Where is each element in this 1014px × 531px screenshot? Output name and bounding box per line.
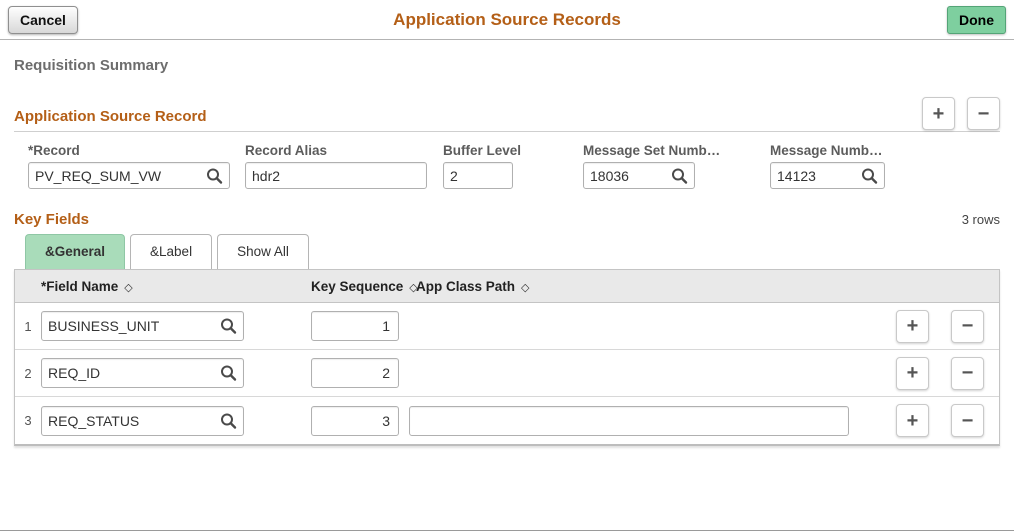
field-name-input-row3[interactable] xyxy=(41,405,244,436)
row-number: 1 xyxy=(24,318,32,334)
buffer-level-input[interactable] xyxy=(443,162,513,189)
column-header-app-class-path[interactable]: App Class Path ◇ xyxy=(409,279,896,294)
buffer-level-field: Buffer Level xyxy=(443,143,522,189)
message-number-label: Message Numb… xyxy=(770,143,883,158)
message-set-number-label: Message Set Numb… xyxy=(583,143,721,158)
field-name-input-row1[interactable] xyxy=(41,311,244,341)
key-sequence-input-row2[interactable] xyxy=(311,358,399,388)
row-count-label: 3 rows xyxy=(961,212,1000,227)
add-row-button-row3[interactable]: + xyxy=(896,404,929,437)
message-set-number-field: Message Set Numb… xyxy=(583,143,721,189)
add-row-button-row1[interactable]: + xyxy=(896,309,929,343)
add-row-button-row2[interactable]: + xyxy=(896,356,929,390)
application-source-record-heading: Application Source Record xyxy=(14,108,207,125)
add-source-record-button[interactable]: + xyxy=(922,97,955,130)
column-header-key-sequence[interactable]: Key Sequence ◇ xyxy=(311,279,418,294)
source-record-fields: *Record Record Alias Buffer Level Messag… xyxy=(28,143,1014,189)
key-fields-tabs: &General &Label Show All xyxy=(25,234,1014,269)
tab-label[interactable]: &Label xyxy=(130,234,213,269)
record-alias-label: Record Alias xyxy=(245,143,328,158)
field-name-lookup-icon-row2[interactable] xyxy=(220,365,237,382)
sort-field-name-icon[interactable]: ◇ xyxy=(124,282,132,294)
key-sequence-input-row3[interactable] xyxy=(311,405,399,436)
remove-row-button-row1[interactable]: − xyxy=(951,309,984,343)
record-lookup-icon[interactable] xyxy=(206,167,223,184)
requisition-summary-label: Requisition Summary xyxy=(14,57,169,74)
key-fields-grid: *Field Name ◇ Key Sequence ◇ App Class Pat… xyxy=(14,269,1000,446)
key-fields-heading: Key Fields xyxy=(14,211,90,228)
grid-header-row: *Field Name ◇ Key Sequence ◇ App Class Pat… xyxy=(15,270,999,303)
record-field: *Record xyxy=(28,143,230,189)
record-alias-input[interactable] xyxy=(245,162,427,189)
message-set-lookup-icon[interactable] xyxy=(671,167,688,184)
row-number: 3 xyxy=(24,413,32,428)
field-name-input-row2[interactable] xyxy=(41,358,244,388)
remove-row-button-row2[interactable]: − xyxy=(951,356,984,390)
field-name-lookup-icon-row3[interactable] xyxy=(220,412,237,429)
key-sequence-input-row1[interactable] xyxy=(311,311,399,341)
table-row: 1 + − xyxy=(15,303,999,350)
done-button[interactable]: Done xyxy=(947,6,1006,34)
remove-row-button-row3[interactable]: − xyxy=(951,404,984,437)
row-number: 2 xyxy=(24,365,32,381)
application-source-record-section-header: Application Source Record + − xyxy=(14,97,1000,132)
table-row: 2 + − xyxy=(15,350,999,397)
remove-source-record-button[interactable]: − xyxy=(967,97,1000,130)
buffer-level-label: Buffer Level xyxy=(443,143,522,158)
message-number-field: Message Numb… xyxy=(770,143,885,189)
page-title: Application Source Records xyxy=(393,10,621,29)
record-label: *Record xyxy=(28,143,80,158)
key-fields-section-header: Key Fields 3 rows xyxy=(14,211,1000,228)
table-row: 3 + − xyxy=(15,397,999,444)
message-number-lookup-icon[interactable] xyxy=(861,167,878,184)
tab-show-all[interactable]: Show All xyxy=(217,234,309,269)
record-alias-field: Record Alias xyxy=(245,143,427,189)
field-name-lookup-icon-row1[interactable] xyxy=(220,318,237,335)
cancel-button[interactable]: Cancel xyxy=(8,6,78,34)
sort-app-class-path-icon[interactable]: ◇ xyxy=(521,282,529,294)
record-input[interactable] xyxy=(28,162,230,189)
tab-general[interactable]: &General xyxy=(25,234,126,269)
column-header-field-name[interactable]: *Field Name ◇ xyxy=(41,279,311,294)
app-class-path-input-row3[interactable] xyxy=(409,405,849,436)
header-bar: Cancel Application Source Records Done xyxy=(0,0,1014,40)
